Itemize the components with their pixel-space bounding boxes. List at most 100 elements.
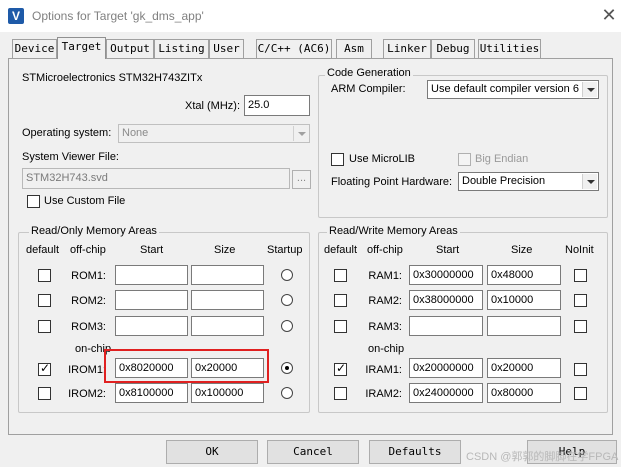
close-icon[interactable]: ✕ [598,4,620,26]
irom2-size-input[interactable]: 0x100000 [191,383,264,403]
ram3-noinit-checkbox[interactable] [574,320,587,333]
ram1-start-input[interactable]: 0x30000000 [409,265,483,285]
readonly-memory-title: Read/Only Memory Areas [29,225,159,237]
irom1-startup-radio[interactable] [281,362,293,374]
os-select[interactable]: None [118,124,310,143]
code-generation-title: Code Generation [325,67,413,79]
chevron-down-icon [582,174,597,189]
chevron-down-icon [293,126,308,141]
svd-browse-button[interactable]: ... [292,170,311,189]
tab-cc[interactable]: C/C++ (AC6) [256,39,332,58]
use-microlib-label: Use MicroLIB [349,153,416,165]
rw-header-offchip: off-chip [367,244,403,256]
arm-compiler-select[interactable]: Use default compiler version 6 [427,80,599,99]
ro-header-startup: Startup [267,244,303,256]
rom2-start-input[interactable] [115,290,188,310]
ro-header-start: Start [140,244,164,256]
irom2-default-checkbox[interactable] [38,387,51,400]
fph-value: Double Precision [462,175,546,187]
ram3-size-input[interactable] [487,316,561,336]
rom3-default-checkbox[interactable] [38,320,51,333]
irom1-default-checkbox[interactable] [38,361,51,376]
rom2-default-checkbox[interactable] [38,294,51,307]
tab-asm[interactable]: Asm [336,39,372,58]
ram1-default-checkbox[interactable] [334,269,347,282]
cancel-button[interactable]: Cancel [267,440,359,464]
irom2-startup-radio[interactable] [281,387,293,399]
use-custom-file-checkbox[interactable] [27,195,40,208]
xtal-input[interactable]: 25.0 [244,95,310,116]
tab-output[interactable]: Output [106,39,154,58]
ram3-start-input[interactable] [409,316,483,336]
ram2-noinit-checkbox[interactable] [574,294,587,307]
rom3-size-input[interactable] [191,316,264,336]
rom3-start-input[interactable] [115,316,188,336]
chevron-down-icon [582,82,597,97]
xtal-label: Xtal (MHz): [185,100,240,112]
rom1-start-input[interactable] [115,265,188,285]
big-endian-label: Big Endian [475,153,529,165]
window-title: Options for Target 'gk_dms_app' [32,9,204,23]
tab-utilities[interactable]: Utilities [478,39,541,58]
big-endian-checkbox[interactable] [458,153,471,166]
rom1-size-input[interactable] [191,265,264,285]
tab-linker[interactable]: Linker [383,39,431,58]
rom2-startup-radio[interactable] [281,294,293,306]
iram2-start-input[interactable]: 0x24000000 [409,383,483,403]
use-custom-file-label: Use Custom File [44,195,126,207]
ram1-size-input[interactable]: 0x48000 [487,265,561,285]
tab-user[interactable]: User [209,39,244,58]
rom2-size-input[interactable] [191,290,264,310]
ram2-size-input[interactable]: 0x10000 [487,290,561,310]
fph-select[interactable]: Double Precision [458,172,599,191]
iram2-default-checkbox[interactable] [334,387,347,400]
watermark: CSDN @郭郭的脚脚在学FPGA [466,451,619,463]
tab-target[interactable]: Target [57,37,106,59]
irom2-start-input[interactable]: 0x8100000 [115,383,188,403]
arm-compiler-value: Use default compiler version 6 [431,83,579,95]
iram1-noinit-checkbox[interactable] [574,363,587,376]
rw-header-noinit: NoInit [565,244,594,256]
iram2-label: IRAM2: [365,388,402,400]
rom3-startup-radio[interactable] [281,320,293,332]
ram3-default-checkbox[interactable] [334,320,347,333]
iram2-noinit-checkbox[interactable] [574,387,587,400]
tab-listing[interactable]: Listing [154,39,209,58]
rom2-label: ROM2: [71,295,106,307]
os-select-value: None [122,127,149,139]
rom1-default-checkbox[interactable] [38,269,51,282]
readwrite-memory-title: Read/Write Memory Areas [327,225,460,237]
rw-header-default: default [324,244,358,256]
ram2-default-checkbox[interactable] [334,294,347,307]
svd-label: System Viewer File: [22,151,119,163]
ram1-noinit-checkbox[interactable] [574,269,587,282]
fph-label: Floating Point Hardware: [331,176,453,188]
rw-onchip-label: on-chip [368,343,405,355]
iram2-size-input[interactable]: 0x80000 [487,383,561,403]
ok-button[interactable]: OK [166,440,258,464]
use-microlib-checkbox[interactable] [331,153,344,166]
tab-device[interactable]: Device [12,39,57,58]
defaults-button[interactable]: Defaults [369,440,461,464]
ro-header-default: default [26,244,60,256]
rom1-startup-radio[interactable] [281,269,293,281]
irom1-label: IROM1: [68,364,106,376]
tab-debug[interactable]: Debug [431,39,475,58]
arm-compiler-label: ARM Compiler: [331,83,406,95]
rom3-label: ROM3: [71,321,106,333]
keil-app-icon: V [8,8,24,24]
iram1-default-checkbox[interactable] [334,361,347,376]
highlight-box [104,349,269,383]
rw-header-start: Start [436,244,460,256]
ram1-label: RAM1: [368,270,402,282]
rom1-label: ROM1: [71,270,106,282]
ram3-label: RAM3: [368,321,402,333]
svd-input[interactable]: STM32H743.svd [22,168,290,189]
ram2-start-input[interactable]: 0x38000000 [409,290,483,310]
irom2-label: IROM2: [68,388,106,400]
iram1-start-input[interactable]: 0x20000000 [409,358,483,378]
ro-header-size: Size [214,244,236,256]
iram1-label: IRAM1: [365,364,402,376]
ro-header-offchip: off-chip [70,244,106,256]
iram1-size-input[interactable]: 0x20000 [487,358,561,378]
